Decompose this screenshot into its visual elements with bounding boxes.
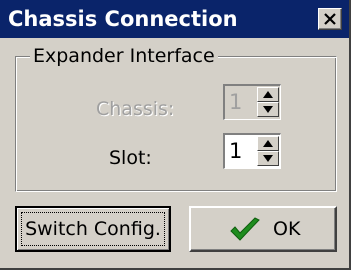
chassis-connection-dialog: Chassis Connection Expander Interface Ch… — [0, 0, 351, 270]
slot-label: Slot: — [109, 147, 152, 169]
slot-spin-up-button[interactable] — [257, 136, 279, 151]
chassis-value: 1 — [229, 90, 243, 114]
close-button[interactable] — [318, 8, 342, 30]
chassis-spinner: 1 — [223, 84, 281, 120]
expander-interface-group — [15, 56, 337, 192]
title-bar[interactable]: Chassis Connection — [0, 0, 349, 38]
checkmark-icon — [229, 217, 261, 248]
switch-config-label: Switch Config. — [25, 218, 161, 240]
slot-spinner[interactable]: 1 — [223, 133, 281, 169]
chassis-label: Chassis: — [96, 98, 175, 120]
ok-button[interactable]: OK — [189, 206, 337, 252]
chassis-spin-down-button — [257, 102, 279, 117]
ok-label: OK — [273, 218, 301, 240]
slot-spin-down-button[interactable] — [257, 151, 279, 166]
switch-config-button[interactable]: Switch Config. — [15, 206, 171, 252]
slot-value[interactable]: 1 — [229, 137, 242, 165]
window-title: Chassis Connection — [8, 7, 238, 31]
chassis-spin-up-button — [257, 87, 279, 102]
group-title: Expander Interface — [30, 44, 218, 68]
